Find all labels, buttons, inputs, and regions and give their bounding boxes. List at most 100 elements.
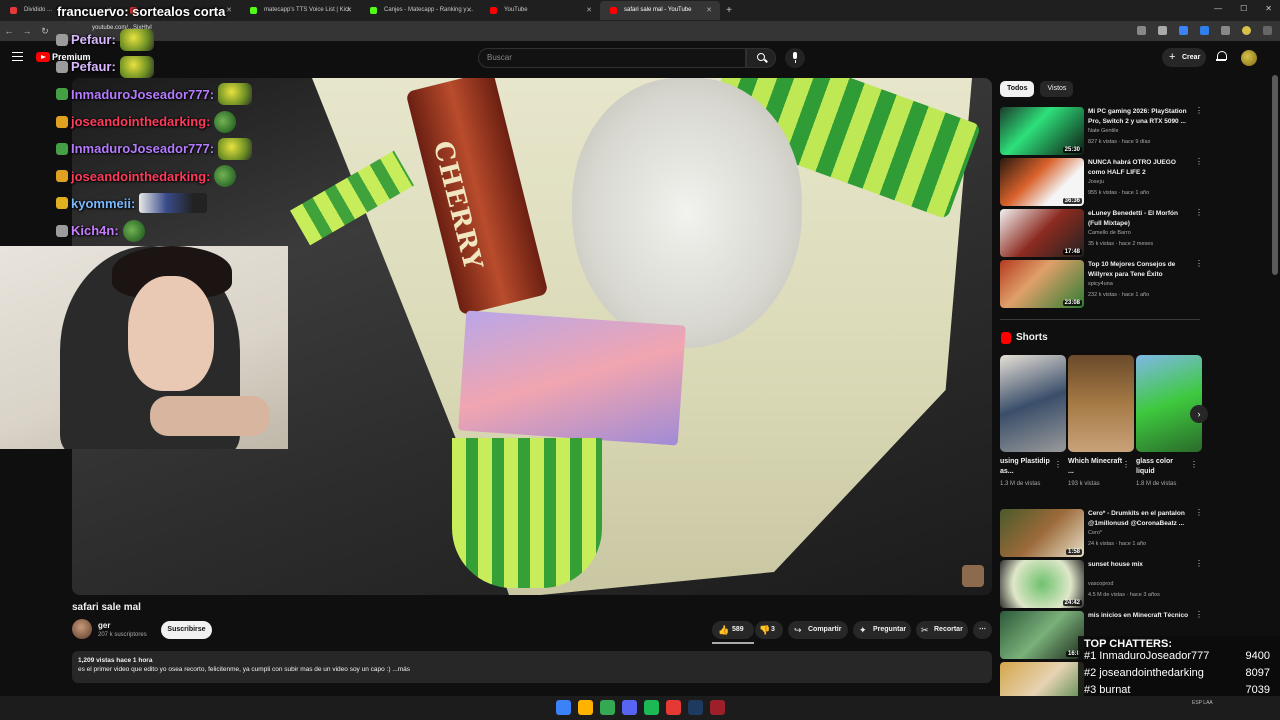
recommended-video[interactable]: 24:42 sunset house mix vascoprod 4.5 M de v… <box>1000 560 1205 608</box>
reload-icon[interactable]: ↻ <box>36 26 54 37</box>
browser-tab-active[interactable]: safari sale mal - YouTube ✕ <box>600 1 720 20</box>
profile-icon[interactable] <box>1242 26 1251 35</box>
extension-icon[interactable] <box>1137 26 1146 35</box>
more-options-icon[interactable]: ⋮ <box>1195 611 1203 623</box>
page-scrollbar[interactable] <box>1272 75 1278 275</box>
create-button[interactable]: + Crear <box>1162 48 1206 67</box>
more-icon[interactable] <box>1263 26 1272 35</box>
dislike-button[interactable]: 👎 3 <box>755 621 783 639</box>
video-title[interactable]: mis inicios en Minecraft Técnico <box>1088 611 1192 621</box>
app-icon[interactable] <box>666 700 681 715</box>
recommended-video[interactable]: 25:30 Mi PC gaming 2026: PlayStation Pro,… <box>1000 107 1205 155</box>
short-title[interactable]: using Plastidip as... <box>1000 457 1055 477</box>
discord-icon[interactable] <box>622 700 637 715</box>
bookmark-star-icon[interactable] <box>1158 26 1167 35</box>
recommended-video[interactable]: 17:48 eLuney Benedetti - El Morfón (Full … <box>1000 209 1205 257</box>
extension-icon[interactable] <box>1200 26 1209 35</box>
chrome-icon[interactable] <box>600 700 615 715</box>
close-tab-icon[interactable]: ✕ <box>586 1 592 20</box>
start-icon[interactable] <box>556 700 571 715</box>
video-thumbnail[interactable]: 17:48 <box>1000 209 1084 257</box>
more-options-icon[interactable]: ⋮ <box>1195 209 1203 221</box>
subscribe-button[interactable]: Suscribirse <box>161 621 212 639</box>
file-explorer-icon[interactable] <box>578 700 593 715</box>
more-options-icon[interactable]: ⋮ <box>1190 460 1198 469</box>
video-channel[interactable]: spicy4una <box>1088 281 1113 287</box>
new-tab-button[interactable]: + <box>720 5 738 16</box>
video-thumbnail[interactable]: 25:30 <box>1000 107 1084 155</box>
channel-avatar[interactable] <box>72 619 92 639</box>
language-indicator[interactable]: ESP LAA <box>1192 699 1213 707</box>
like-button[interactable]: 👍 589 <box>712 621 754 639</box>
more-actions-button[interactable]: ⋯ <box>973 621 992 639</box>
more-options-icon[interactable]: ⋮ <box>1054 460 1062 469</box>
short-title[interactable]: Which Minecraft ... <box>1068 457 1123 477</box>
more-options-icon[interactable]: ⋮ <box>1195 158 1203 170</box>
close-tab-icon[interactable]: ✕ <box>466 1 472 20</box>
youtube-logo-icon[interactable] <box>36 52 50 62</box>
video-title[interactable]: NUNCA habrá OTRO JUEGO como HALF LIFE 2 <box>1088 158 1192 177</box>
more-options-icon[interactable]: ⋮ <box>1195 107 1203 119</box>
notifications-bell-icon[interactable] <box>1216 51 1227 62</box>
video-channel[interactable]: Camello de Barro <box>1088 230 1131 236</box>
description-box[interactable]: 1,209 vistas hace 1 hora es el primer vi… <box>72 651 992 683</box>
voice-search-button[interactable] <box>785 48 805 68</box>
close-tab-icon[interactable]: ✕ <box>706 1 712 20</box>
chip-all[interactable]: Todos <box>1000 81 1035 97</box>
browser-tab[interactable]: Canjes - Matecapp - Ranking y ... ✕ <box>360 1 480 20</box>
minimize-icon[interactable]: — <box>1214 4 1222 13</box>
short-thumbnail[interactable] <box>1068 355 1134 452</box>
short-thumbnail[interactable] <box>1000 355 1066 452</box>
short-title[interactable]: glass color liquid <box>1136 457 1191 477</box>
recommended-video[interactable]: 1:58 Cero* - Drumkits en el pantalon @1mi… <box>1000 509 1205 557</box>
puzzle-icon[interactable] <box>1221 26 1230 35</box>
video-channel[interactable]: Cero* <box>1088 530 1102 536</box>
search-button[interactable] <box>746 48 776 68</box>
video-title[interactable]: Top 10 Mejores Consejos de Willyrex para… <box>1088 260 1192 279</box>
back-icon[interactable]: ← <box>0 26 18 36</box>
recommended-video[interactable]: 23:08 Top 10 Mejores Consejos de Willyrex… <box>1000 260 1205 308</box>
video-thumbnail[interactable]: 24:42 <box>1000 560 1084 608</box>
more-options-icon[interactable]: ⋮ <box>1195 509 1203 521</box>
short-thumbnail[interactable] <box>1136 355 1202 452</box>
sparkle-icon: ✦ <box>859 625 867 635</box>
shorts-next-button[interactable]: › <box>1190 405 1208 423</box>
share-button[interactable]: ↪ Compartir <box>788 621 848 639</box>
account-avatar[interactable] <box>1241 50 1257 66</box>
ask-button[interactable]: ✦ Preguntar <box>853 621 911 639</box>
more-options-icon[interactable]: ⋮ <box>1195 560 1203 572</box>
close-window-icon[interactable]: ✕ <box>1265 4 1272 13</box>
forward-icon[interactable]: → <box>18 26 36 36</box>
spotify-icon[interactable] <box>644 700 659 715</box>
recommended-video[interactable]: 36:36 NUNCA habrá OTRO JUEGO como HALF LI… <box>1000 158 1205 206</box>
more-options-icon[interactable]: ⋮ <box>1122 460 1130 469</box>
close-tab-icon[interactable]: ✕ <box>226 1 232 20</box>
video-title[interactable]: Mi PC gaming 2026: PlayStation Pro, Swit… <box>1088 107 1192 126</box>
video-thumbnail[interactable]: 36:36 <box>1000 158 1084 206</box>
close-tab-icon[interactable]: ✕ <box>346 1 352 20</box>
more-options-icon[interactable]: ⋮ <box>1195 260 1203 272</box>
chat-message: joseandointhedarking: <box>56 108 296 135</box>
app-icon[interactable] <box>710 700 725 715</box>
video-title[interactable]: Cero* - Drumkits en el pantalon @1millon… <box>1088 509 1192 528</box>
browser-tab[interactable]: matecapp's TTS Voice List | Kick ✕ <box>240 1 360 20</box>
extension-icon[interactable] <box>1179 26 1188 35</box>
maximize-icon[interactable]: ☐ <box>1240 4 1247 13</box>
clip-button[interactable]: ✂ Recortar <box>916 621 968 639</box>
video-channel[interactable]: Joseju <box>1088 179 1104 185</box>
screen: Dividido ... ✕ ✕ matecapp's TTS Voice Lis… <box>0 0 1280 720</box>
chip-watched[interactable]: Vistos <box>1040 81 1074 97</box>
video-channel[interactable]: Nate Gentile <box>1088 128 1119 134</box>
steam-icon[interactable] <box>688 700 703 715</box>
channel-name[interactable]: ger <box>98 621 110 630</box>
video-thumbnail[interactable]: 16:0 <box>1000 611 1084 659</box>
video-title[interactable]: sunset house mix <box>1088 560 1192 570</box>
video-thumbnail[interactable]: 1:58 <box>1000 509 1084 557</box>
chat-badge-icon <box>56 33 68 46</box>
search-input[interactable]: Buscar <box>478 48 746 68</box>
video-thumbnail[interactable]: 23:08 <box>1000 260 1084 308</box>
hamburger-menu-icon[interactable] <box>12 52 23 61</box>
video-title[interactable]: eLuney Benedetti - El Morfón (Full Mixta… <box>1088 209 1192 228</box>
browser-tab[interactable]: YouTube ✕ <box>480 1 600 20</box>
video-channel[interactable]: vascoprod <box>1088 581 1113 587</box>
